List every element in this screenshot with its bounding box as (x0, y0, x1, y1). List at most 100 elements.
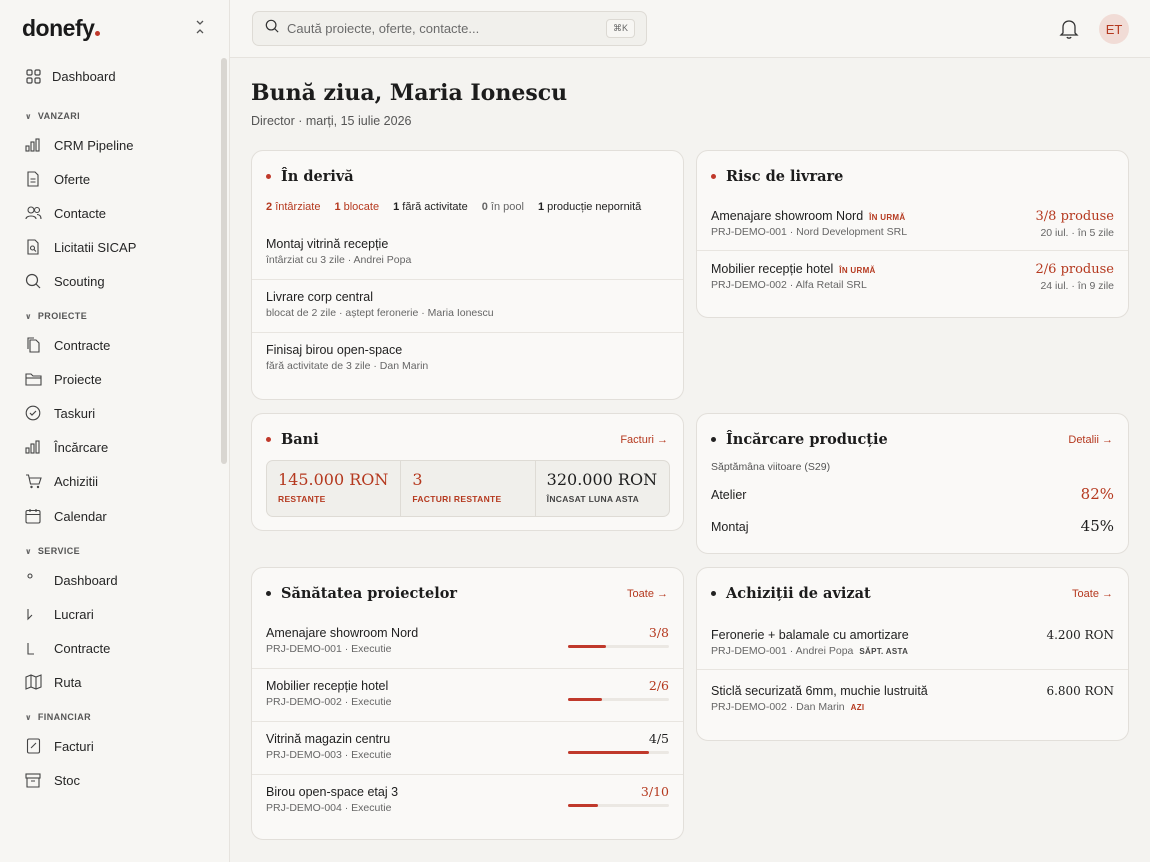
invoices-link[interactable]: Facturi → (620, 434, 668, 446)
progress-label: 2/6 (648, 678, 669, 693)
purchase-amount: 4.200 RON (1046, 628, 1114, 642)
all-projects-link[interactable]: Toate → (627, 588, 668, 600)
sidebar-item-licitatii-sicap[interactable]: Licitatii SICAP (24, 235, 136, 259)
progress-bar (568, 645, 669, 648)
section-financiar[interactable]: ∨ FINANCIAR (25, 712, 91, 722)
sidebar-item-oferte[interactable]: Oferte (24, 167, 90, 191)
section-vanzari[interactable]: ∨ VANZARI (25, 111, 80, 121)
stat-productie-nepornita[interactable]: 1 producție nepornită (538, 201, 641, 213)
project-health-card: Sănătatea proiectelor Toate → Amenajare … (251, 567, 684, 840)
progress-bar-fill (568, 751, 649, 754)
list-item[interactable]: Sticlă securizată 6mm, muchie lustruită … (711, 684, 928, 713)
sidebar-item-achizitii[interactable]: Achizitii (24, 469, 98, 493)
money-cell-restante[interactable]: 145.000 RON RESTANȚE (267, 461, 402, 516)
delivery-risk-card: Risc de livrare Amenajare showroom Nord Î… (696, 150, 1129, 318)
sidebar-item-label: Lucrari (54, 606, 94, 622)
sidebar-item-label: CRM Pipeline (54, 137, 134, 153)
item-title: Feronerie + balamale cu amortizare (711, 628, 909, 642)
list-item[interactable]: Mobilier recepție hotel ÎN URMĂ PRJ-DEMO-… (711, 262, 876, 291)
section-proiecte[interactable]: ∨ PROIECTE (25, 311, 87, 321)
sidebar-item-label: Scouting (54, 273, 105, 289)
sidebar-item-facturi[interactable]: Facturi (24, 734, 94, 758)
sidebar-item-label: Achizitii (54, 473, 99, 489)
avatar[interactable]: ET (1099, 14, 1129, 44)
shortcut-hint: ⌘K (605, 19, 635, 38)
sidebar-item-dashboard[interactable]: Dashboard (24, 64, 116, 88)
bell-icon[interactable] (1059, 18, 1079, 40)
drift-stats: 2 întârziate 1 blocate 1 fără activitate… (266, 201, 641, 213)
progress-label: 4/5 (648, 731, 669, 746)
sidebar: donefy Dashboard ∨ VANZARI CRM Pipeline O… (0, 0, 230, 862)
item-title: Montaj vitrină recepție (266, 237, 389, 251)
app-logo[interactable]: donefy (22, 15, 101, 42)
progress-label: 3/10 (640, 784, 669, 799)
row-value: 45% (1080, 517, 1114, 535)
money-cell-facturi-restante[interactable]: 3 FACTURI RESTANTE (401, 461, 536, 516)
sidebar-item-service-contracte[interactable]: Contracte (24, 636, 110, 660)
all-purchases-link[interactable]: Toate → (1072, 588, 1113, 600)
search-icon (265, 19, 279, 38)
sidebar-item-label: Încărcare (54, 439, 109, 455)
item-subtitle: PRJ-DEMO-003 · Executie (266, 749, 392, 761)
sidebar-item-incarcare[interactable]: Încărcare (24, 435, 108, 459)
item-title: Amenajare showroom Nord (266, 626, 419, 640)
progress-bar (568, 804, 669, 807)
table-row[interactable]: Vitrină magazin centru PRJ-DEMO-003 · Exe… (266, 732, 391, 761)
progress-label: 3/8 (648, 625, 669, 640)
list-item[interactable]: Livrare corp central blocat de 2 zile · … (266, 290, 494, 319)
sidebar-item-stoc[interactable]: Stoc (24, 768, 80, 792)
topbar: ⌘K ET (230, 0, 1150, 58)
stat-in-pool[interactable]: 0 în pool (482, 201, 524, 213)
item-subtitle: fără activitate de 3 zile · Dan Marin (266, 360, 429, 372)
collapse-sidebar-icon[interactable] (192, 20, 208, 38)
table-row[interactable]: Birou open-space etaj 3 PRJ-DEMO-004 · Ex… (266, 785, 398, 814)
risk-value: 3/8 produse 20 iul. · în 5 zile (1035, 209, 1114, 239)
stat-intarziate[interactable]: 2 întârziate (266, 201, 320, 213)
bar-chart-icon (24, 438, 42, 456)
list-item[interactable]: Amenajare showroom Nord ÎN URMĂ PRJ-DEMO-… (711, 209, 907, 238)
sidebar-item-taskuri[interactable]: Taskuri (24, 401, 95, 425)
stat-blocate[interactable]: 1 blocate (334, 201, 379, 213)
sidebar-item-ruta[interactable]: Ruta (24, 670, 81, 694)
sidebar-item-lucrari[interactable]: Lucrari (24, 602, 94, 626)
sidebar-item-proiecte[interactable]: Proiecte (24, 367, 102, 391)
item-subtitle: PRJ-DEMO-001 · Andrei Popa (711, 645, 854, 657)
section-service[interactable]: ∨ SERVICE (25, 546, 80, 556)
sidebar-scrollbar[interactable] (221, 58, 227, 464)
search-box[interactable]: ⌘K (252, 11, 647, 46)
money-cell-incasat[interactable]: 320.000 RON ÎNCASAT LUNA ASTA (536, 461, 669, 516)
item-subtitle: blocat de 2 zile · aștept feronerie · Ma… (266, 307, 494, 319)
status-badge: ÎN URMĂ (839, 266, 876, 275)
list-item[interactable]: Montaj vitrină recepție întârziat cu 3 z… (266, 237, 411, 266)
card-title: Sănătatea proiectelor (266, 585, 457, 602)
map-icon (24, 673, 42, 691)
calendar-icon (24, 507, 42, 525)
sidebar-item-calendar[interactable]: Calendar (24, 504, 107, 528)
sidebar-item-contracte[interactable]: Contracte (24, 333, 110, 357)
sidebar-item-service-dashboard[interactable]: Dashboard (24, 568, 118, 592)
item-subtitle: PRJ-DEMO-001 · Executie (266, 643, 392, 655)
progress-bar-fill (568, 645, 606, 648)
status-badge: ÎN URMĂ (869, 213, 906, 222)
sidebar-item-contacte[interactable]: Contacte (24, 201, 106, 225)
item-subtitle: PRJ-DEMO-002 · Dan Marin (711, 701, 845, 713)
document-icon (24, 170, 42, 188)
card-title: Achiziții de avizat (711, 585, 871, 602)
table-row[interactable]: Mobilier recepție hotel PRJ-DEMO-002 · Ex… (266, 679, 391, 708)
sidebar-item-label: Contracte (54, 337, 111, 353)
list-item[interactable]: Feronerie + balamale cu amortizare PRJ-D… (711, 628, 909, 657)
details-link[interactable]: Detalii → (1068, 434, 1113, 446)
due-badge: AZI (850, 703, 865, 712)
stat-fara-activitate[interactable]: 1 fără activitate (393, 201, 468, 213)
sidebar-item-crm-pipeline[interactable]: CRM Pipeline (24, 133, 133, 157)
users-icon (24, 204, 42, 222)
sidebar-item-scouting[interactable]: Scouting (24, 269, 105, 293)
progress-bar-fill (568, 804, 598, 807)
search-input[interactable] (287, 21, 587, 36)
card-title: Încărcare producție (711, 431, 888, 448)
avatar-initials: ET (1105, 21, 1123, 37)
table-row[interactable]: Amenajare showroom Nord PRJ-DEMO-001 · Ex… (266, 626, 418, 655)
item-title: Birou open-space etaj 3 (266, 785, 399, 799)
list-item[interactable]: Finisaj birou open-space fără activitate… (266, 343, 428, 372)
purchase-amount: 6.800 RON (1046, 684, 1114, 698)
